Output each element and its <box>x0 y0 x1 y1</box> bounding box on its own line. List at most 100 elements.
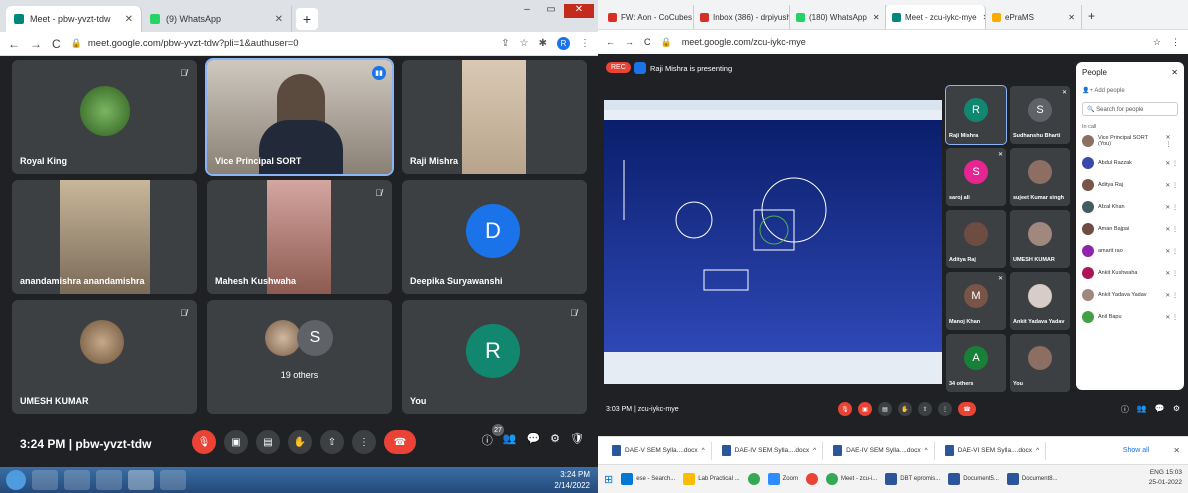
more-options-button[interactable]: ⋮ <box>352 430 376 454</box>
captions-button[interactable]: ▤ <box>256 430 280 454</box>
star-icon[interactable]: ☆ <box>1153 37 1161 48</box>
chevron-up-icon[interactable]: ^ <box>702 447 705 454</box>
present-button[interactable]: ⇧ <box>918 402 932 416</box>
participant-tile[interactable]: D Deepika Suryawanshi <box>402 180 587 294</box>
ie-icon[interactable] <box>32 470 58 490</box>
mic-toggle-button[interactable]: 🎙 <box>838 402 852 416</box>
taskbar-item[interactable] <box>805 473 818 485</box>
chevron-up-icon[interactable]: ^ <box>925 447 928 454</box>
tab-whatsapp[interactable]: (9) WhatsApp ✕ <box>142 6 292 32</box>
list-item[interactable]: Aman Bajpai ✕ ⋮ <box>1082 218 1178 240</box>
add-people-button[interactable]: 👤+ Add people <box>1082 87 1178 94</box>
new-tab-button[interactable]: + <box>1088 9 1095 23</box>
back-icon[interactable]: ← <box>606 37 615 47</box>
star-icon[interactable]: ☆ <box>520 38 529 49</box>
participant-tile[interactable]: R Raji Mishra <box>945 85 1007 145</box>
list-item[interactable]: Vice Principal SORT (You) ✕ ⋮ <box>1082 130 1178 152</box>
forward-icon[interactable]: → <box>625 37 634 47</box>
download-item[interactable]: DAE-IV SEM Sylla....docx ^ <box>716 441 824 460</box>
camera-toggle-button[interactable]: ▣ <box>224 430 248 454</box>
menu-icon[interactable]: ⋮ <box>580 38 590 49</box>
participant-tile[interactable]: Ankit Yadava Yadav <box>1010 272 1070 330</box>
app-icon[interactable] <box>160 470 186 490</box>
language-indicator[interactable]: ENG <box>1150 469 1164 476</box>
chat-icon[interactable]: 💬 <box>1155 404 1165 415</box>
people-icon[interactable]: 👥 <box>503 432 517 448</box>
taskbar-item[interactable]: Document5... <box>948 473 999 485</box>
start-icon[interactable] <box>6 470 26 490</box>
close-icon[interactable]: ✕ <box>1173 446 1180 455</box>
leave-call-button[interactable]: ☎ <box>958 402 976 416</box>
folder-icon[interactable] <box>64 470 90 490</box>
participant-tile[interactable]: 🎙̸ Royal King <box>12 60 197 174</box>
taskbar-item[interactable]: Lab Practical ... <box>683 473 740 485</box>
people-icon[interactable]: 👥 <box>1137 404 1147 415</box>
tab-eprams[interactable]: ePraMS ✕ <box>986 5 1082 29</box>
participant-tile[interactable]: ▮▮ Vice Principal SORT <box>205 58 394 176</box>
show-all-link[interactable]: Show all <box>1123 447 1149 454</box>
tab-whatsapp[interactable]: (180) WhatsApp ✕ <box>790 5 886 29</box>
list-item[interactable]: Ankit Kushwaha ✕ ⋮ <box>1082 262 1178 284</box>
close-icon[interactable]: ✕ <box>977 13 985 22</box>
menu-icon[interactable]: ⋮ <box>1171 37 1180 48</box>
participant-tile[interactable]: Aditya Raj <box>946 210 1006 268</box>
list-item[interactable]: Anil Bapu ✕ ⋮ <box>1082 306 1178 328</box>
list-item[interactable]: amarit rao ✕ ⋮ <box>1082 240 1178 262</box>
tab-meet[interactable]: Meet - pbw-yvzt-tdw ✕ <box>6 6 142 32</box>
reload-icon[interactable]: C <box>644 37 651 47</box>
list-item[interactable]: Ankit Yadava Yadav ✕ ⋮ <box>1082 284 1178 306</box>
close-icon[interactable]: ✕ <box>867 13 880 22</box>
participant-tile[interactable]: anandamishra anandamishra <box>12 180 197 294</box>
chat-icon[interactable]: 💬 <box>526 432 540 448</box>
list-item[interactable]: Abdul Razzak ✕ ⋮ <box>1082 152 1178 174</box>
people-search-input[interactable]: 🔍 Search for people <box>1082 102 1178 116</box>
participant-tile[interactable]: UMESH KUMAR <box>1010 210 1070 268</box>
info-icon[interactable]: ⓘ <box>482 432 493 448</box>
url-text[interactable]: meet.google.com/zcu-iykc-mye <box>682 37 1143 47</box>
new-tab-button[interactable]: + <box>296 8 318 30</box>
participant-tile[interactable]: 🎙̸ UMESH KUMAR <box>12 300 197 414</box>
maximize-icon[interactable]: ▭ <box>540 4 562 18</box>
participant-tile[interactable]: S ✕ Sudhanshu Bharti <box>1010 86 1070 144</box>
tab-meet[interactable]: Meet - zcu-iykc-mye✕ <box>886 5 986 29</box>
list-item[interactable]: Aditya Raj ✕ ⋮ <box>1082 174 1178 196</box>
host-controls-icon[interactable]: 🛡 <box>570 432 584 448</box>
present-button[interactable]: ⇧ <box>320 430 344 454</box>
participant-tile[interactable]: S ✕ saroj ali <box>946 148 1006 206</box>
taskbar-item[interactable] <box>747 473 760 485</box>
windows-start-icon[interactable]: ⊞ <box>604 473 613 486</box>
share-icon[interactable]: ⇪ <box>501 38 509 49</box>
self-tile[interactable]: R 🎙̸ You <box>402 300 587 414</box>
list-item[interactable]: Afzal Khan ✕ ⋮ <box>1082 196 1178 218</box>
download-item[interactable]: DAE-IV SEM Sylla....docx ^ <box>827 441 935 460</box>
forward-icon[interactable]: → <box>30 37 42 51</box>
taskbar-item[interactable]: Meet - zcu-i... <box>825 473 877 485</box>
close-icon[interactable]: ✕ <box>267 14 283 25</box>
participant-tile[interactable]: 🎙̸ Mahesh Kushwaha <box>207 180 392 294</box>
more-options-button[interactable]: ⋮ <box>938 402 952 416</box>
others-tile[interactable]: A 34 others <box>946 334 1006 392</box>
activities-icon[interactable]: ⚙ <box>1173 404 1180 415</box>
extension-icon[interactable]: ✱ <box>539 38 547 49</box>
chevron-up-icon[interactable]: ^ <box>1036 447 1039 454</box>
minimize-icon[interactable]: – <box>516 4 538 18</box>
raise-hand-button[interactable]: ✋ <box>898 402 912 416</box>
participant-tile[interactable]: sujeet Kumar singh <box>1010 148 1070 206</box>
close-icon[interactable]: ✕ <box>117 14 133 25</box>
close-window-icon[interactable]: ✕ <box>564 4 594 18</box>
taskbar-item[interactable]: Document8... <box>1006 473 1058 485</box>
tab-inbox[interactable]: Inbox (386) - drpiyushku✕ <box>694 5 790 29</box>
reload-icon[interactable]: C <box>52 37 61 51</box>
profile-avatar[interactable]: R <box>557 37 570 50</box>
close-icon[interactable]: ✕ <box>1062 13 1075 22</box>
participant-tile[interactable]: Raji Mishra <box>402 60 587 174</box>
download-item[interactable]: DAE-V SEM Sylla....docx ^ <box>606 441 712 460</box>
raise-hand-button[interactable]: ✋ <box>288 430 312 454</box>
activities-icon[interactable]: ⚙ <box>550 432 560 448</box>
participant-tile[interactable]: M ✕ Manoj Khan <box>946 272 1006 330</box>
close-icon[interactable]: ✕ <box>1171 68 1178 77</box>
mic-toggle-button[interactable]: 🎙 <box>192 430 216 454</box>
media-icon[interactable] <box>96 470 122 490</box>
self-tile[interactable]: You <box>1010 334 1070 392</box>
camera-toggle-button[interactable]: ▣ <box>858 402 872 416</box>
